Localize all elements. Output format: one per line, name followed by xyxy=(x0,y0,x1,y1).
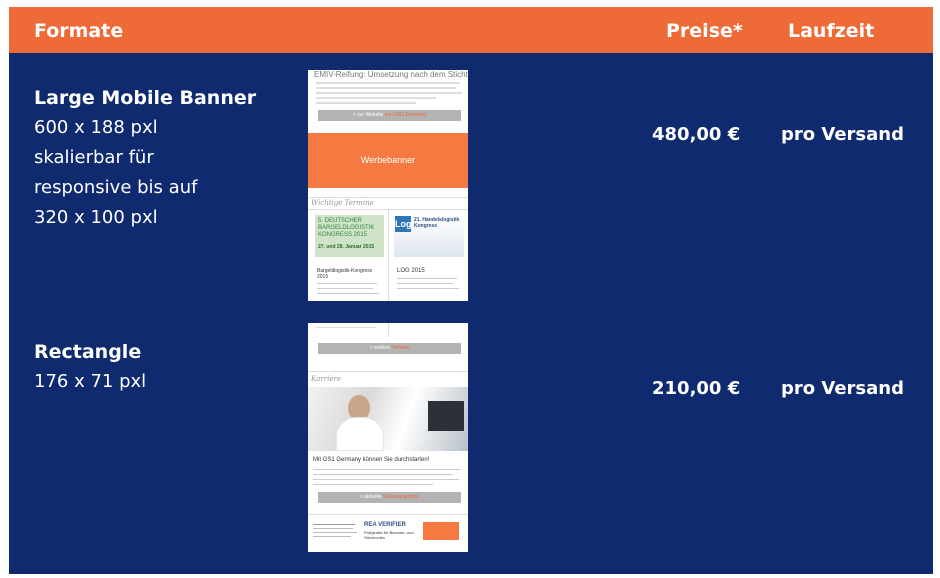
preview-banner-slot: Werbebanner xyxy=(308,133,468,188)
preview-website-button: > zur Website von GS1 Germany xyxy=(318,110,461,121)
format-line: 600 x 188 pxl xyxy=(34,117,158,138)
preview-event2-link: LOG 2015 xyxy=(397,268,425,274)
format-name: Rectangle xyxy=(34,341,142,363)
preview-career-photo xyxy=(308,387,468,451)
preview-jobs-button: > aktuelle Stellenangebote xyxy=(318,492,461,503)
newsletter-preview-rectangle: > weitere Termine Karriere Mit GS1 Germa… xyxy=(308,323,468,552)
table-row-large-mobile-banner: Large Mobile Banner 600 x 188 pxl skalie… xyxy=(9,53,933,301)
table-header: Formate Preise* Laufzeit xyxy=(9,7,933,53)
price-table: Formate Preise* Laufzeit Large Mobile Ba… xyxy=(9,7,933,574)
format-description: Rectangle 176 x 71 pxl xyxy=(34,337,146,397)
preview-rectangle-slot xyxy=(423,522,459,540)
header-formats: Formate xyxy=(34,20,124,42)
preview-headline: EMIV-Reifung: Umsetzung nach dem Stichta… xyxy=(314,70,468,79)
format-name: Large Mobile Banner xyxy=(34,87,257,109)
preview-event1-title: 5. DEUTSCHER BARGELDLOGISTIK KONGRESS 20… xyxy=(318,218,375,238)
preview-event1-link: Bargeldlogistik-Kongress 2015 xyxy=(317,268,373,280)
preview-event2-title: 21. Handelslogistik Kongress xyxy=(414,217,460,229)
format-description: Large Mobile Banner 600 x 188 pxl skalie… xyxy=(34,83,256,233)
preview-log-logo: Log xyxy=(395,216,412,232)
format-line: responsive bis auf xyxy=(34,177,198,198)
preview-ad-text: Prüfgeräte für Barcode- und Strichcodes xyxy=(364,530,414,540)
preview-ad-brand: REA VERIFIER xyxy=(364,522,406,528)
price-value: 480,00 € xyxy=(652,124,741,145)
format-line: 176 x 71 pxl xyxy=(34,371,147,392)
format-line: 320 x 100 pxl xyxy=(34,207,158,228)
table-row-rectangle: Rectangle 176 x 71 pxl > weitere Termine… xyxy=(9,301,933,574)
newsletter-preview-banner: EMIV-Reifung: Umsetzung nach dem Stichta… xyxy=(308,70,468,301)
header-prices: Preise* xyxy=(666,20,743,42)
header-runtime: Laufzeit xyxy=(788,20,875,42)
runtime-value: pro Versand xyxy=(781,124,904,145)
runtime-value: pro Versand xyxy=(781,378,904,399)
price-value: 210,00 € xyxy=(652,378,741,399)
preview-career-headline: Mit GS1 Germany können Sie durchstarten! xyxy=(313,457,430,463)
preview-section-title: Wichtige Termine xyxy=(311,199,374,207)
preview-section-title: Karriere xyxy=(311,375,341,383)
preview-dates-button: > weitere Termine xyxy=(318,343,461,354)
format-line: skalierbar für xyxy=(34,147,154,168)
